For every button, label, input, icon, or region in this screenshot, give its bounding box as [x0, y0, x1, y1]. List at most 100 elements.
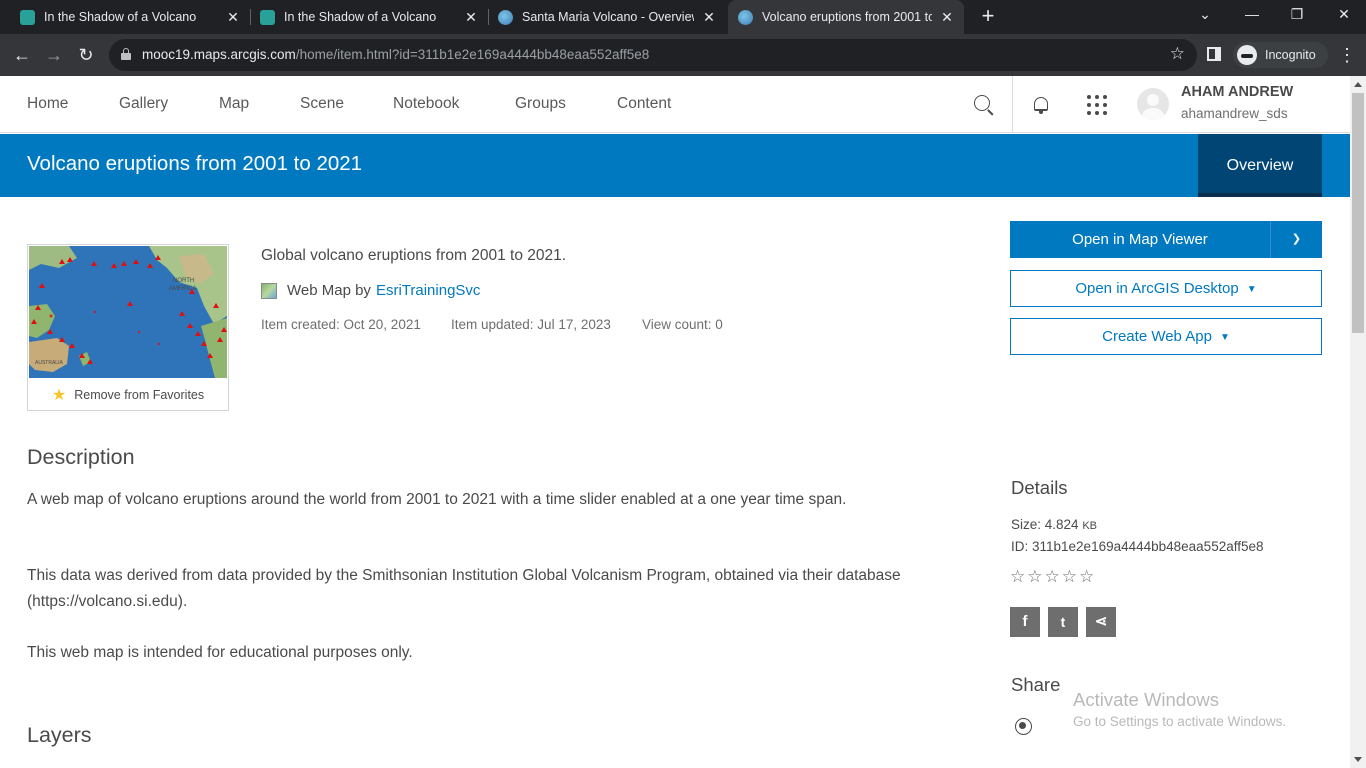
create-web-app-button[interactable]: Create Web App ▼ [1010, 318, 1322, 355]
star-icon: ★ [51, 387, 67, 404]
url-text: mooc19.maps.arcgis.com/home/item.html?id… [142, 47, 649, 62]
share-link-icon[interactable]: ⋖ [1086, 607, 1116, 637]
description-heading: Description [27, 445, 135, 469]
nav-scene[interactable]: Scene [300, 95, 344, 113]
browser-toolbar: ← → ↻ mooc19.maps.arcgis.com/home/item.h… [0, 34, 1366, 76]
tab-title: In the Shadow of a Volcano [284, 10, 437, 24]
open-in-map-viewer-label[interactable]: Open in Map Viewer [1010, 221, 1270, 258]
restore-icon[interactable]: ❐ [1287, 6, 1307, 23]
activate-windows-watermark: Activate Windows [1073, 689, 1219, 710]
browser-tab[interactable]: Santa Maria Volcano - Overview ✕ [488, 0, 726, 34]
nav-divider [1012, 76, 1013, 133]
address-bar[interactable]: mooc19.maps.arcgis.com/home/item.html?id… [109, 39, 1197, 71]
nav-gallery[interactable]: Gallery [119, 95, 168, 113]
minimize-icon[interactable]: — [1242, 6, 1262, 22]
close-icon[interactable]: ✕ [702, 9, 716, 26]
browser-tab-active[interactable]: Volcano eruptions from 2001 to 2021 ✕ [728, 0, 964, 34]
incognito-label: Incognito [1265, 48, 1316, 62]
item-summary: Global volcano eruptions from 2001 to 20… [261, 247, 567, 264]
window-close-icon[interactable]: ✕ [1334, 6, 1354, 23]
item-updated: Item updated: Jul 17, 2023 [451, 317, 611, 332]
size-unit: KB [1082, 520, 1097, 532]
back-icon[interactable]: ← [10, 43, 34, 67]
view-count: View count: 0 [642, 317, 723, 332]
item-created: Item created: Oct 20, 2021 [261, 317, 421, 332]
bookmark-star-icon[interactable]: ☆ [1170, 44, 1185, 64]
user-full-name[interactable]: AHAM ANDREW [1181, 84, 1293, 100]
map-thumbnail[interactable]: NORTH AMERICA AUSTRALIA [29, 246, 227, 378]
scroll-up-arrow-icon[interactable] [1354, 82, 1362, 87]
item-id: ID: 311b1e2e169a4444bb48eaa552aff5e8 [1011, 539, 1264, 554]
owner-link[interactable]: EsriTrainingSvc [376, 282, 480, 299]
page-content: Home Gallery Map Scene Notebook Groups C… [0, 76, 1350, 768]
open-in-map-viewer-button[interactable]: Open in Map Viewer ❯ [1010, 221, 1322, 258]
tab-title: Volcano eruptions from 2001 to 2021 [762, 10, 932, 24]
storymap-icon [260, 9, 275, 25]
globe-icon [1015, 718, 1032, 735]
browser-tab[interactable]: In the Shadow of a Volcano ✕ [0, 0, 250, 34]
new-tab-button[interactable]: + [978, 5, 998, 27]
tab-title: Santa Maria Volcano - Overview [522, 10, 694, 24]
forward-icon[interactable]: → [42, 43, 66, 67]
search-icon[interactable] [973, 94, 995, 116]
notifications-bell-icon[interactable] [1032, 96, 1050, 114]
description-paragraph: This web map is intended for educational… [27, 644, 413, 661]
lock-icon [121, 48, 131, 60]
avatar[interactable] [1137, 88, 1169, 120]
by-label: by [355, 282, 371, 299]
item-type: Web Map [287, 282, 351, 299]
chevron-down-icon: ▼ [1246, 284, 1257, 295]
page-title: Volcano eruptions from 2001 to 2021 [27, 152, 363, 175]
arcgis-globe-icon [738, 9, 753, 25]
remove-from-favorites-button[interactable]: ★ Remove from Favorites [28, 379, 228, 411]
tab-search-icon[interactable]: ⌄ [1195, 6, 1215, 23]
arcgis-top-nav: Home Gallery Map Scene Notebook Groups C… [0, 76, 1350, 133]
close-icon[interactable]: ✕ [226, 9, 240, 26]
nav-notebook[interactable]: Notebook [393, 95, 459, 113]
incognito-icon [1237, 45, 1257, 65]
nav-content[interactable]: Content [617, 95, 671, 113]
description-paragraph: A web map of volcano eruptions around th… [27, 491, 847, 508]
activate-windows-subtitle: Go to Settings to activate Windows. [1073, 714, 1287, 729]
nav-groups[interactable]: Groups [515, 95, 566, 113]
layers-heading: Layers [27, 723, 92, 747]
app-launcher-icon[interactable] [1087, 95, 1107, 115]
page-scrollbar[interactable] [1350, 76, 1366, 768]
nav-home[interactable]: Home [27, 95, 68, 113]
item-type-line: Web Map by EsriTrainingSvc [261, 282, 480, 299]
twitter-icon[interactable]: t [1048, 607, 1078, 637]
chevron-down-icon: ▼ [1219, 332, 1230, 343]
side-panel-icon[interactable] [1207, 47, 1221, 61]
arcgis-globe-icon [498, 9, 513, 25]
open-in-arcgis-desktop-button[interactable]: Open in ArcGIS Desktop ▼ [1010, 270, 1322, 307]
browser-menu-icon[interactable]: ⋮ [1338, 43, 1356, 67]
scrollbar-thumb[interactable] [1352, 93, 1364, 333]
item-title-bar: Volcano eruptions from 2001 to 2021 Over… [0, 134, 1350, 197]
map-thumbnail-image: NORTH AMERICA AUSTRALIA [29, 246, 227, 378]
facebook-icon[interactable]: f [1010, 607, 1040, 637]
url-host: mooc19.maps.arcgis.com [142, 47, 296, 62]
map-label: AUSTRALIA [35, 360, 63, 366]
storymap-icon [20, 9, 35, 25]
close-icon[interactable]: ✕ [464, 9, 478, 26]
open-in-arcgis-desktop-label: Open in ArcGIS Desktop [1075, 280, 1239, 297]
item-size: Size: 4.824 KB [1011, 517, 1097, 532]
reload-icon[interactable]: ↻ [74, 43, 98, 67]
create-web-app-label: Create Web App [1102, 328, 1212, 345]
tab-title: In the Shadow of a Volcano [44, 10, 197, 24]
incognito-badge[interactable]: Incognito [1233, 42, 1328, 68]
close-icon[interactable]: ✕ [940, 9, 954, 26]
map-label: NORTH [173, 278, 194, 284]
scroll-down-arrow-icon[interactable] [1354, 757, 1362, 762]
remove-from-favorites-label: Remove from Favorites [74, 388, 205, 402]
nav-map[interactable]: Map [219, 95, 249, 113]
tab-overview[interactable]: Overview [1198, 134, 1322, 197]
share-heading: Share [1011, 674, 1061, 695]
item-thumbnail-card: NORTH AMERICA AUSTRALIA ★ Remove from Fa… [27, 244, 229, 411]
details-heading: Details [1011, 477, 1068, 498]
chevron-down-icon[interactable]: ❯ [1271, 221, 1322, 258]
rating-stars[interactable]: ☆☆☆☆☆ [1010, 567, 1096, 587]
user-login[interactable]: ahamandrew_sds [1181, 106, 1288, 121]
url-path: /home/item.html?id=311b1e2e169a4444bb48e… [295, 47, 650, 62]
browser-tab[interactable]: In the Shadow of a Volcano ✕ [250, 0, 488, 34]
